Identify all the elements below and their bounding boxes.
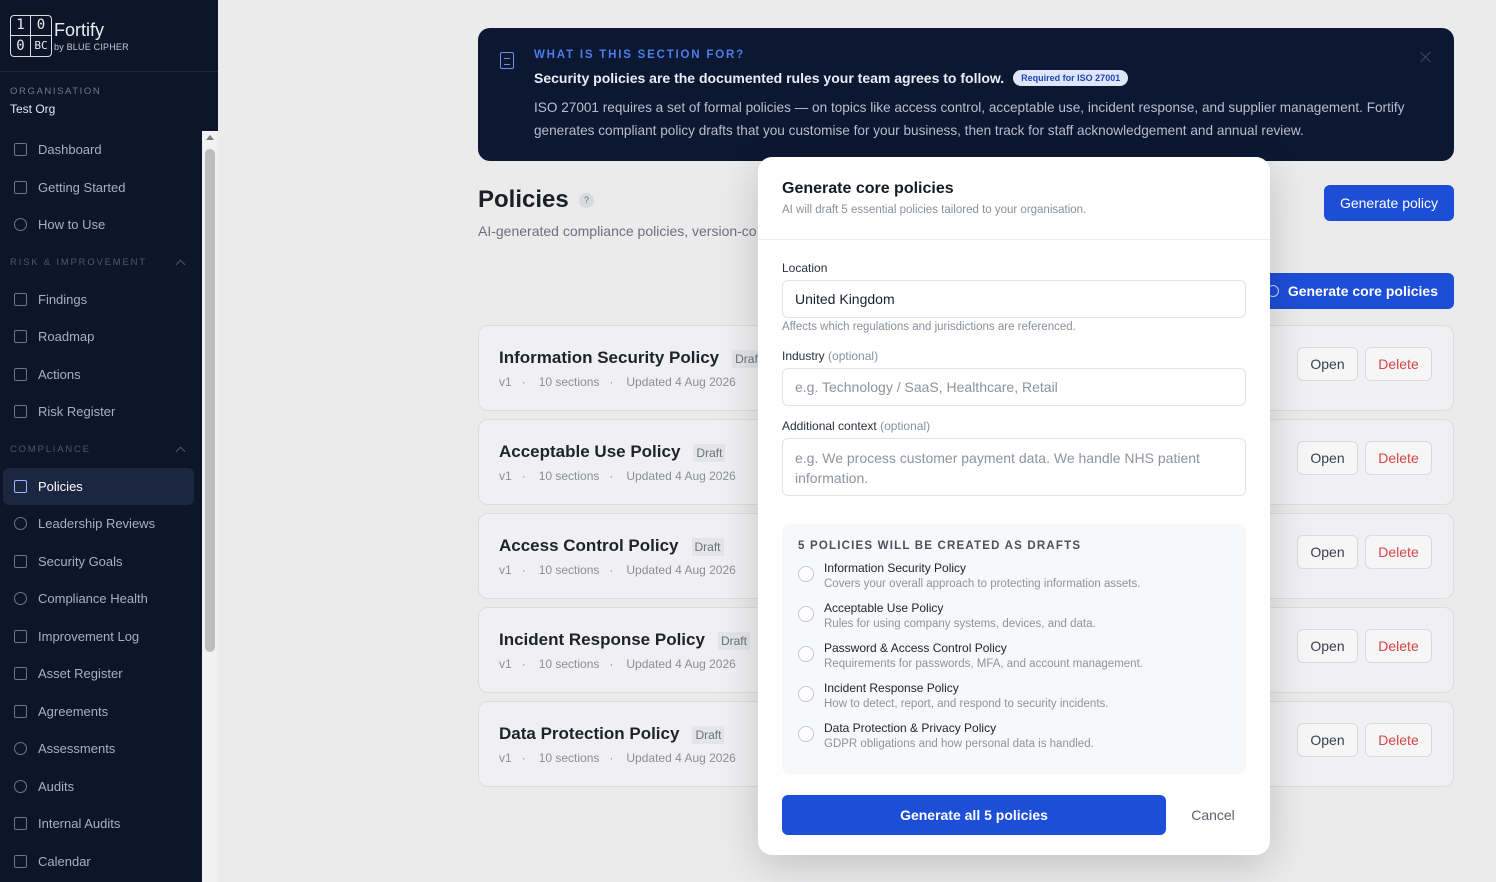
generate-core-policies-modal: Generate core policies AI will draft 5 e… [758, 157, 1270, 855]
optional-tag: (optional) [880, 419, 931, 433]
draft-name: Acceptable Use Policy [824, 601, 944, 615]
draft-description: GDPR obligations and how personal data i… [824, 738, 1094, 750]
optional-tag: (optional) [828, 349, 879, 363]
draft-item[interactable]: Password & Access Control Policy Requirem… [798, 641, 1230, 672]
draft-name: Information Security Policy [824, 561, 967, 575]
draft-description: Requirements for passwords, MFA, and acc… [824, 658, 1143, 670]
draft-description: How to detect, report, and respond to se… [824, 698, 1109, 710]
draft-item[interactable]: Incident Response Policy How to detect, r… [798, 681, 1230, 712]
drafts-preview: 5 POLICIES WILL BE CREATED AS DRAFTS Inf… [782, 524, 1246, 774]
label-text: Industry [782, 349, 825, 363]
radio-icon[interactable] [798, 726, 814, 742]
industry-input[interactable]: e.g. Technology / SaaS, Healthcare, Reta… [782, 368, 1246, 406]
draft-item[interactable]: Information Security Policy Covers your o… [798, 561, 1230, 592]
radio-icon[interactable] [798, 686, 814, 702]
draft-item[interactable]: Acceptable Use Policy Rules for using com… [798, 601, 1230, 632]
draft-name: Incident Response Policy [824, 681, 959, 695]
modal-subtitle: AI will draft 5 essential policies tailo… [782, 204, 1087, 216]
drafts-title: 5 POLICIES WILL BE CREATED AS DRAFTS [798, 540, 1082, 552]
radio-icon[interactable] [798, 606, 814, 622]
location-label: Location [782, 261, 828, 275]
location-input[interactable]: United Kingdom [782, 280, 1246, 318]
label-text: Additional context [782, 419, 877, 433]
cancel-button[interactable]: Cancel [1180, 795, 1246, 835]
context-textarea[interactable]: e.g. We process customer payment data. W… [782, 438, 1246, 496]
industry-label: Industry (optional) [782, 349, 878, 363]
draft-name: Password & Access Control Policy [824, 641, 1007, 655]
draft-description: Covers your overall approach to protecti… [824, 578, 1141, 590]
draft-description: Rules for using company systems, devices… [824, 618, 1096, 630]
modal-overlay[interactable] [0, 0, 1496, 882]
location-help: Affects which regulations and jurisdicti… [782, 321, 1076, 333]
draft-name: Data Protection & Privacy Policy [824, 721, 997, 735]
draft-item[interactable]: Data Protection & Privacy Policy GDPR obl… [798, 721, 1230, 752]
radio-icon[interactable] [798, 566, 814, 582]
context-label: Additional context (optional) [782, 419, 930, 433]
modal-title: Generate core policies [782, 180, 954, 197]
generate-all-button[interactable]: Generate all 5 policies [782, 795, 1166, 835]
radio-icon[interactable] [798, 646, 814, 662]
